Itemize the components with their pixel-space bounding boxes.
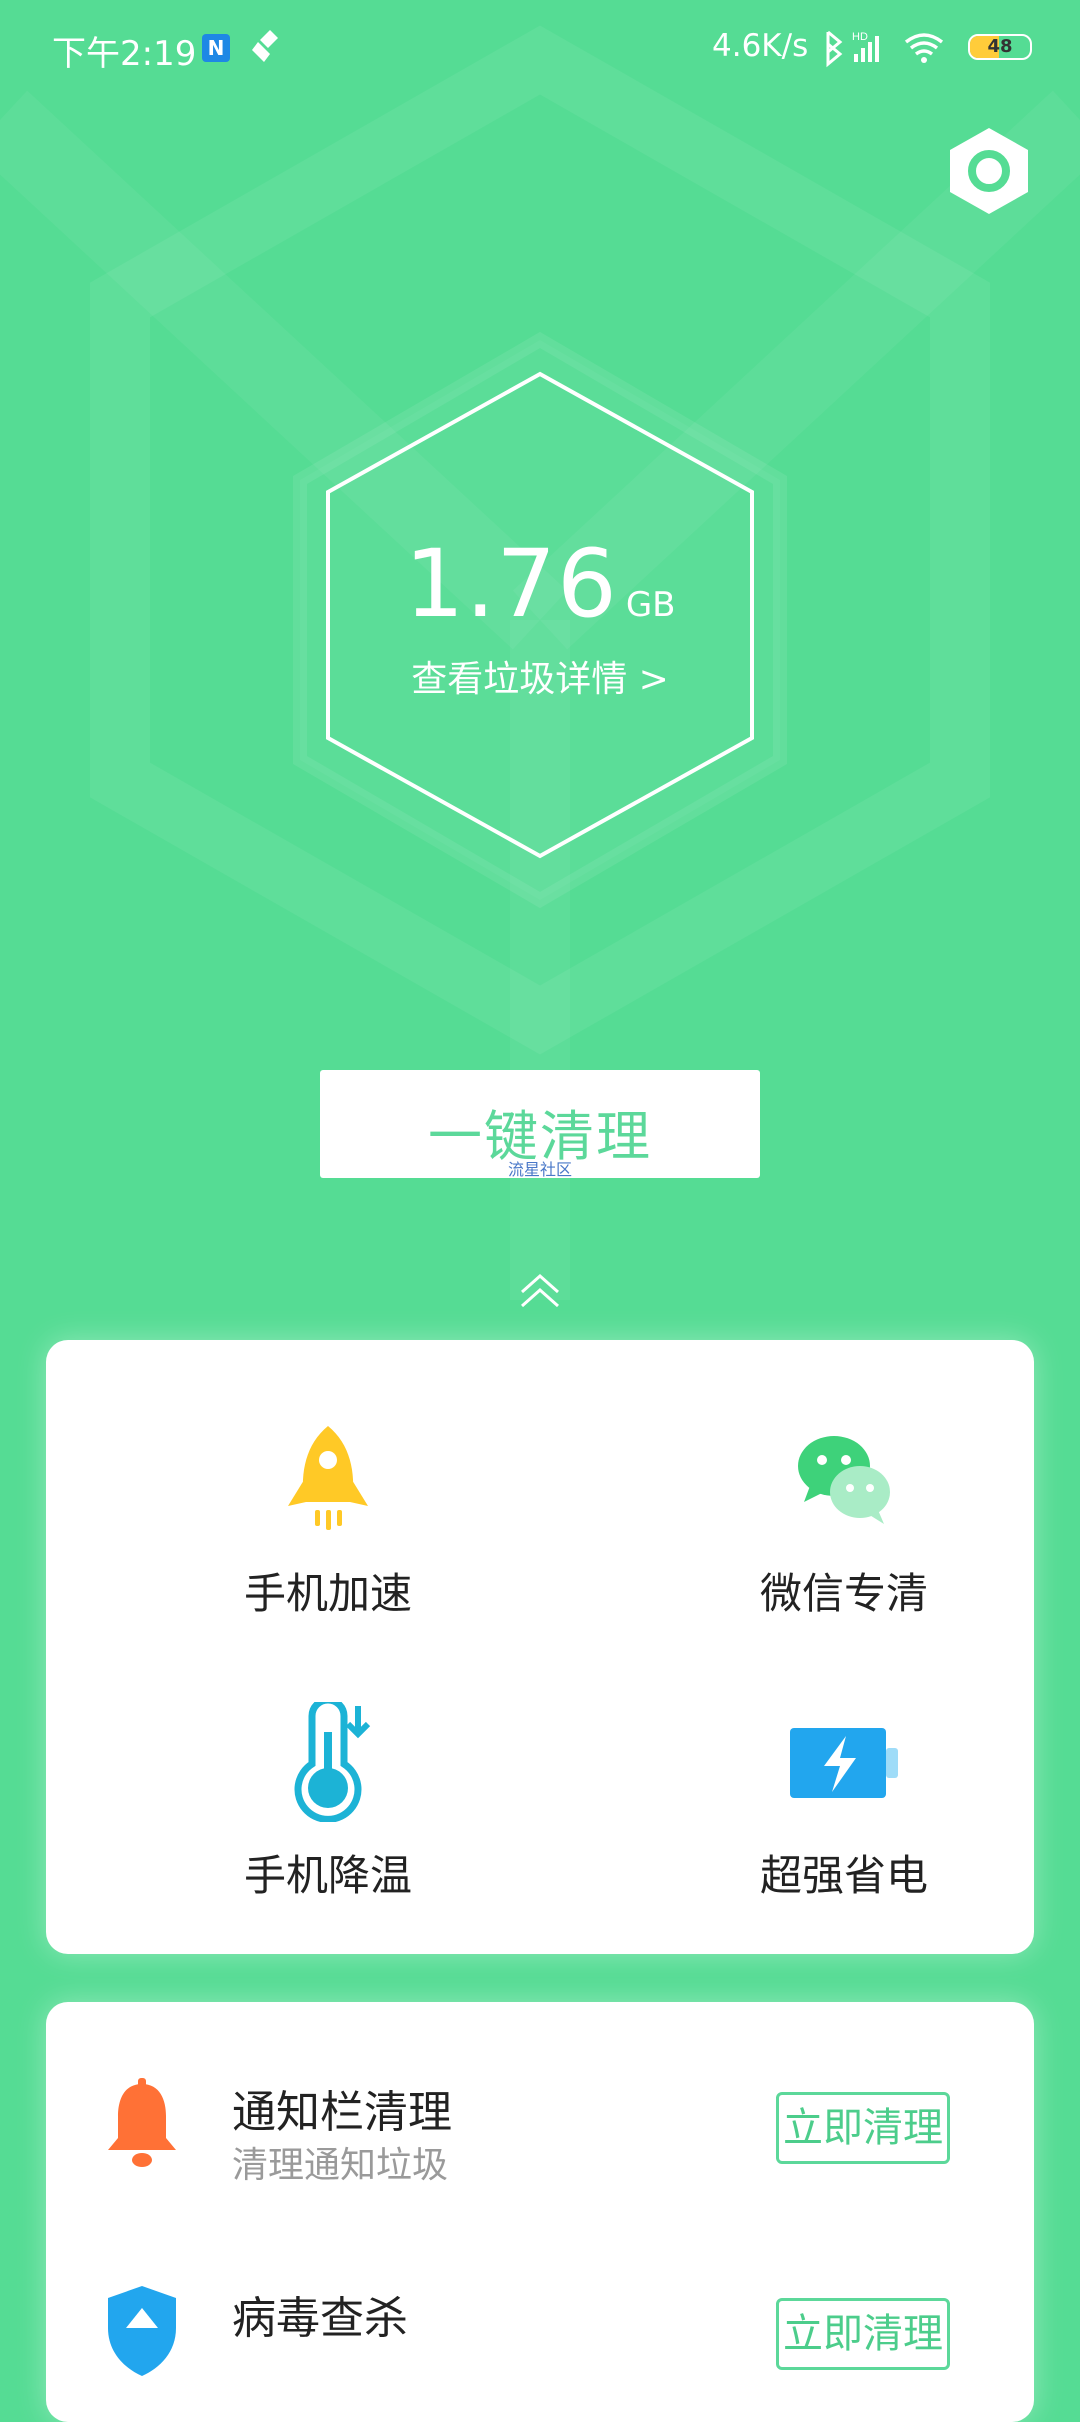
list-item-title: 病毒查杀 xyxy=(232,2293,408,2344)
clean-now-button[interactable]: 立即清理 xyxy=(776,2298,950,2370)
network-speed: 4.6K/s xyxy=(712,28,809,64)
shield-icon xyxy=(108,2286,176,2376)
feature-label: 超强省电 xyxy=(759,1851,928,1900)
junk-size-value: 1.76 xyxy=(404,530,618,639)
junk-size: 1.76 GB xyxy=(280,530,800,639)
battery-level: 48 xyxy=(987,36,1013,57)
feature-grid-card: 手机加速 微信专清 手机降温 超强省电 xyxy=(46,1340,1034,1954)
feature-phone-cooling[interactable]: 手机降温 xyxy=(158,1702,498,1902)
junk-summary[interactable]: 1.76 GB 查看垃圾详情 > xyxy=(280,340,800,900)
settings-button[interactable] xyxy=(942,124,1036,218)
hd-label: HD xyxy=(852,31,868,43)
cleaning-list-card: 通知栏清理 清理通知垃圾 立即清理 病毒查杀 立即清理 xyxy=(46,2002,1034,2422)
list-item-title: 通知栏清理 xyxy=(232,2087,452,2138)
wifi-icon xyxy=(904,33,944,63)
chevron-up-icon[interactable] xyxy=(516,1272,564,1312)
list-item-virus-scan[interactable]: 病毒查杀 立即清理 xyxy=(46,2242,1034,2402)
signal-icon: HD xyxy=(852,31,879,62)
battery-indicator: 48 xyxy=(968,34,1032,60)
list-item-notification-clean[interactable]: 通知栏清理 清理通知垃圾 立即清理 xyxy=(46,2036,1034,2196)
feature-label: 微信专清 xyxy=(759,1569,928,1618)
one-click-clean-button[interactable]: 一键清理 流星社区 xyxy=(320,1070,760,1179)
feature-power-saving[interactable]: 超强省电 xyxy=(674,1702,1014,1902)
n-app-icon: N xyxy=(202,34,230,62)
feature-label: 手机降温 xyxy=(243,1851,412,1900)
junk-details-link[interactable]: 查看垃圾详情 > xyxy=(280,650,800,702)
status-bar: 下午2:19 N 4.6K/s HD 48 xyxy=(0,0,1080,96)
feature-phone-boost[interactable]: 手机加速 xyxy=(158,1420,498,1620)
battery-bolt-icon xyxy=(790,1728,898,1798)
feature-label: 手机加速 xyxy=(243,1569,412,1618)
cleaner-brush-icon xyxy=(252,30,278,62)
watermark-text: 流星社区 xyxy=(507,1160,572,1179)
wechat-icon xyxy=(798,1436,890,1524)
list-item-subtitle: 清理通知垃圾 xyxy=(232,2145,449,2186)
status-time: 下午2:19 xyxy=(52,34,197,74)
bell-icon xyxy=(108,2078,176,2167)
thermometer-icon xyxy=(294,1702,371,1822)
feature-wechat-clean[interactable]: 微信专清 xyxy=(674,1420,1014,1620)
rocket-icon xyxy=(288,1426,368,1530)
clean-now-button[interactable]: 立即清理 xyxy=(776,2092,950,2164)
junk-size-unit: GB xyxy=(625,585,676,625)
bluetooth-icon xyxy=(826,30,843,68)
